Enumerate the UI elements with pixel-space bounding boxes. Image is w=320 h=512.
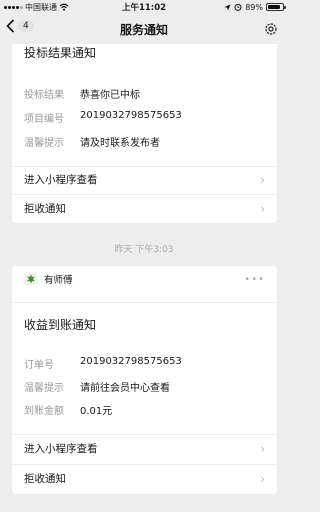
info-row: 温馨提示 请及时联系发布者 [24,134,160,149]
info-row: 项目编号 2019032798575653 [24,110,182,125]
action-label: 拒收通知 [24,203,66,215]
divider [12,434,277,435]
divider [12,302,277,303]
info-label: 订单号 [24,360,54,371]
card-title: 收益到账通知 [24,318,97,332]
chevron-right-icon: › [260,471,265,486]
divider [12,166,277,167]
info-value: 0.01元 [80,406,113,417]
location-arrow-icon [224,4,231,10]
info-row: 温馨提示 请前往会员中心查看 [24,379,170,394]
open-mini-program-button[interactable]: 进入小程序查看 › [24,441,265,456]
action-label: 拒收通知 [24,473,66,485]
open-mini-program-button[interactable]: 进入小程序查看 › [24,172,265,187]
info-row: 订单号 2019032798575653 [24,356,182,371]
reject-notification-button[interactable]: 拒收通知 › [24,201,265,216]
info-value: 2019032798575653 [80,356,182,367]
page-title: 服务通知 [119,23,168,37]
divider [12,194,277,195]
info-label: 项目编号 [24,114,64,125]
divider [12,464,277,465]
sender-info[interactable]: 有师傅 [24,272,73,286]
battery-fill [268,5,281,9]
more-options-button[interactable]: ••• [244,274,265,285]
earnings-card: 有师傅 ••• 收益到账通知 订单号 2019032798575653 温馨提示… [12,266,277,494]
info-value: 请及时联系发布者 [80,138,160,149]
chevron-right-icon: › [260,201,265,216]
info-label: 温馨提示 [24,383,64,394]
info-value: 2019032798575653 [80,110,182,121]
card-title: 投标结果通知 [24,46,97,60]
sender-logo-icon [27,274,35,284]
info-value: 请前往会员中心查看 [80,383,170,394]
info-label: 温馨提示 [24,138,64,149]
message-timestamp: 昨天 下午3:03 [114,245,174,255]
action-label: 进入小程序查看 [24,174,98,186]
alarm-icon [234,3,242,11]
status-bar: 中国联通 上午11:02 89% [0,0,288,14]
gear-icon [265,23,277,35]
action-label: 进入小程序查看 [24,443,98,455]
nav-bar: 4 服务通知 [0,14,288,44]
info-label: 到账金额 [24,406,64,417]
status-right: 89% [224,2,286,12]
battery-percent: 89% [245,2,263,12]
chevron-right-icon: › [260,172,265,187]
info-row: 到账金额 0.01元 [24,402,112,417]
avatar [24,272,38,286]
settings-button[interactable] [264,21,278,40]
sender-name: 有师傅 [44,275,73,286]
chevron-right-icon: › [260,441,265,456]
reject-notification-button[interactable]: 拒收通知 › [24,471,265,486]
bid-result-card: 投标结果通知 投标结果 恭喜你已中标 项目编号 2019032798575653… [12,28,277,223]
info-row: 投标结果 恭喜你已中标 [24,86,140,101]
info-value: 恭喜你已中标 [80,90,140,101]
battery-icon [266,3,286,11]
info-label: 投标结果 [24,90,64,101]
